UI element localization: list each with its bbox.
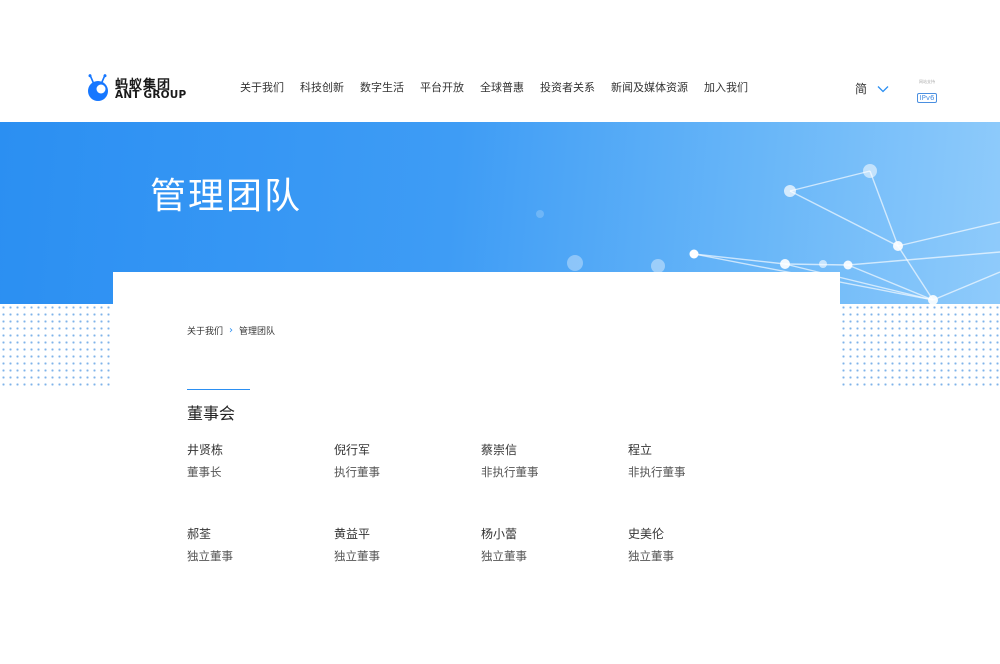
breadcrumb-current: 管理团队 — [239, 327, 276, 337]
content-card: 关于我们 › 管理团队 董事会 井贤栋 董事长 倪行军 执行董事 蔡崇信 非执行… — [113, 272, 840, 664]
member-role: 执行董事 — [334, 465, 380, 479]
page-title: 管理团队 — [150, 176, 303, 217]
chevron-right-icon: › — [229, 325, 234, 336]
member-name: 蔡崇信 — [481, 443, 518, 457]
chevron-down-icon — [877, 85, 889, 92]
language-selector[interactable]: 简 — [855, 80, 889, 97]
nav-item-inclusion[interactable]: 全球普惠 — [480, 80, 524, 96]
member-name: 黄益平 — [334, 527, 371, 541]
member-name: 井贤栋 — [187, 443, 224, 457]
member-name: 郝荃 — [187, 527, 212, 541]
member-card[interactable]: 井贤栋 董事长 — [187, 442, 317, 480]
section-divider — [187, 389, 250, 390]
member-role: 董事长 — [187, 465, 222, 479]
member-card[interactable]: 郝荃 独立董事 — [187, 526, 317, 564]
nav-item-join-us[interactable]: 加入我们 — [704, 80, 748, 96]
ipv6-label: IPv6 — [916, 93, 938, 103]
member-role: 非执行董事 — [481, 465, 539, 479]
nav-item-tech[interactable]: 科技创新 — [300, 80, 344, 96]
nav-item-platform[interactable]: 平台开放 — [420, 80, 464, 96]
member-role: 独立董事 — [481, 549, 527, 563]
member-card[interactable]: 倪行军 执行董事 — [334, 442, 464, 480]
dot-pattern-left — [0, 304, 113, 386]
nav-item-digital-life[interactable]: 数字生活 — [360, 80, 404, 96]
breadcrumb: 关于我们 › 管理团队 — [187, 324, 275, 337]
member-name: 程立 — [628, 443, 653, 457]
dot-pattern-right — [840, 304, 1000, 386]
member-role: 独立董事 — [187, 549, 233, 563]
ipv6-caption: 网站支持 — [919, 79, 935, 84]
breadcrumb-about[interactable]: 关于我们 — [187, 324, 223, 337]
main-nav: 关于我们 科技创新 数字生活 平台开放 全球普惠 投资者关系 新闻及媒体资源 加… — [232, 80, 756, 96]
nav-item-investors[interactable]: 投资者关系 — [540, 80, 595, 96]
ant-group-logo[interactable]: 蚂蚁集团 ANT GROUP — [86, 72, 186, 104]
member-card[interactable]: 史美伦 独立董事 — [628, 526, 758, 564]
site-header: 蚂蚁集团 ANT GROUP 关于我们 科技创新 数字生活 平台开放 全球普惠 … — [0, 0, 1000, 122]
member-card[interactable]: 程立 非执行董事 — [628, 442, 758, 480]
ant-logo-icon — [88, 74, 108, 101]
member-role: 非执行董事 — [628, 465, 686, 479]
member-card[interactable]: 杨小蕾 独立董事 — [481, 526, 611, 564]
member-role: 独立董事 — [334, 549, 380, 563]
nav-item-about[interactable]: 关于我们 — [240, 80, 284, 96]
member-name: 史美伦 — [628, 527, 665, 541]
member-role: 独立董事 — [628, 549, 674, 563]
member-card[interactable]: 黄益平 独立董事 — [334, 526, 464, 564]
member-name: 倪行军 — [334, 443, 371, 457]
nav-item-news-media[interactable]: 新闻及媒体资源 — [611, 80, 688, 96]
member-card[interactable]: 蔡崇信 非执行董事 — [481, 442, 611, 480]
section-title: 董事会 — [187, 404, 236, 423]
language-label: 简 — [855, 82, 868, 96]
member-name: 杨小蕾 — [481, 527, 518, 541]
logo-name-en: ANT GROUP — [115, 89, 187, 101]
ipv6-support-badge: 网站支持 IPv6 — [914, 79, 940, 103]
